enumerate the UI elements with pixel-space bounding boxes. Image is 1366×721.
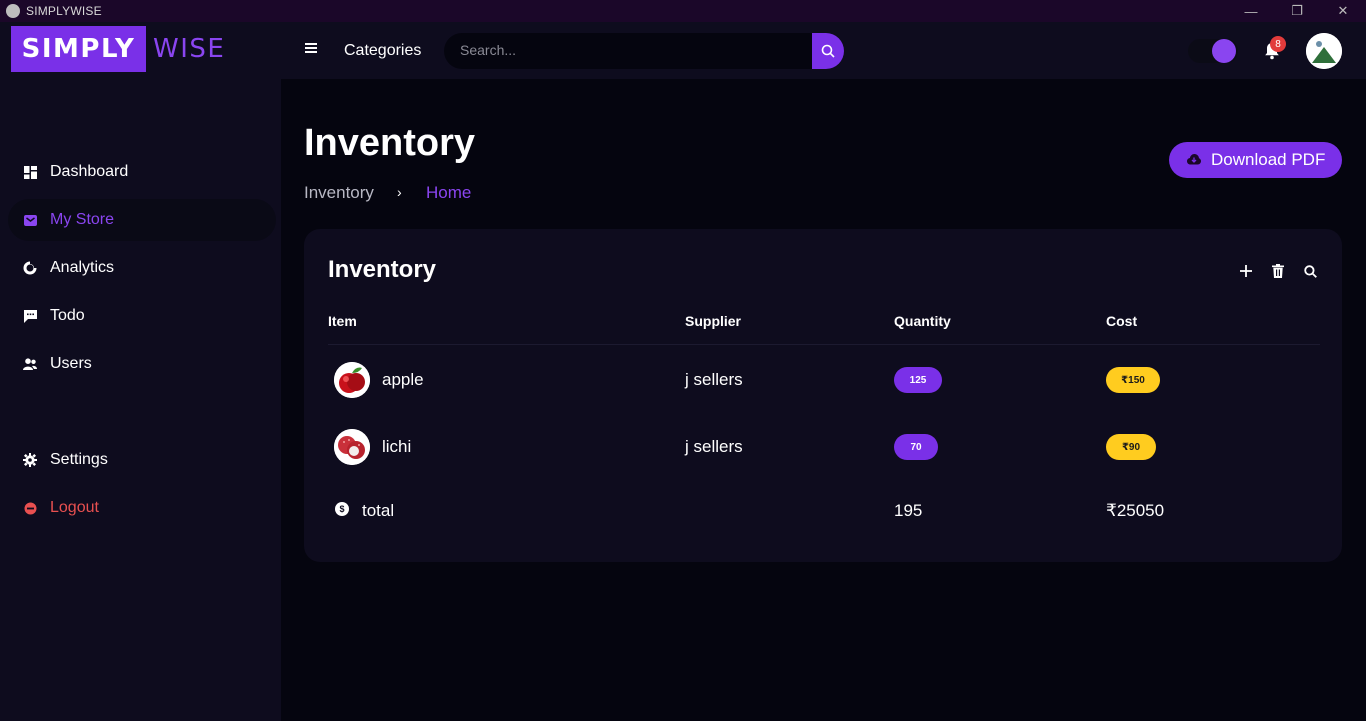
dashboard-icon [23,165,37,179]
card-title: Inventory [328,256,437,283]
table-row[interactable]: lichi j sellers 70 ₹90 [304,427,1342,467]
search-button[interactable] [812,33,844,69]
analytics-icon [23,261,37,275]
apple-thumbnail [334,362,370,398]
window-title: SIMPLYWISE [26,4,102,18]
total-quantity: 195 [894,501,923,520]
users-icon [23,357,37,371]
sidebar-item-dashboard[interactable]: Dashboard [8,151,276,193]
window-titlebar: SIMPLYWISE [0,0,1366,22]
sidebar-item-label: Analytics [50,259,115,276]
sidebar-item-settings[interactable]: Settings [8,439,276,481]
sidebar-item-analytics[interactable]: Analytics [8,247,276,289]
logo-part-wise: WISE [153,34,226,64]
app-icon [6,4,20,18]
theme-toggle[interactable] [1188,39,1238,63]
column-header-quantity: Quantity [894,313,951,329]
cloud-download-icon [1187,154,1201,165]
sidebar-item-label: My Store [50,211,115,228]
page-title: Inventory [304,122,476,164]
close-button[interactable]: ✕ [1320,0,1366,22]
avatar[interactable] [1306,33,1342,69]
download-pdf-label: Download PDF [1211,150,1326,169]
sidebar-item-label: Settings [50,451,108,468]
sidebar-item-label: Dashboard [50,163,129,180]
top-bar: SIMPLY WISE Categories 8 [0,22,1366,79]
sidebar-item-label: Logout [50,499,99,516]
restore-button[interactable]: ❐ [1274,0,1320,22]
search-input[interactable] [460,42,800,58]
lichi-thumbnail [334,429,370,465]
sidebar: Dashboard My Store Analytics Todo Users … [0,79,281,721]
supplier-name: j sellers [685,370,743,389]
search-icon[interactable] [1302,263,1318,279]
column-header-item: Item [328,313,357,329]
breadcrumb-home[interactable]: Home [426,183,471,203]
header-divider [328,344,1320,345]
minimize-button[interactable]: — [1228,0,1274,22]
categories-menu[interactable]: Categories [344,42,421,60]
search-icon [821,44,835,58]
cost-badge: ₹90 [1106,434,1156,460]
supplier-name: j sellers [685,437,743,456]
app-logo[interactable]: SIMPLY WISE [11,26,225,72]
download-pdf-button[interactable]: Download PDF [1169,142,1342,178]
breadcrumb-separator-icon: › [397,184,402,200]
total-cost: ₹25050 [1106,501,1165,520]
total-label: total [362,501,395,520]
column-header-supplier: Supplier [685,313,742,329]
item-name: apple [382,370,424,389]
notification-badge: 8 [1270,36,1286,52]
store-icon [23,213,37,227]
logo-part-simply: SIMPLY [11,26,146,72]
inventory-card: Inventory Item Supplier Quantity Cost ap… [304,229,1342,562]
sidebar-item-logout[interactable]: Logout [8,487,276,529]
logout-icon [23,501,37,515]
total-row: $ total 195 ₹25050 [304,491,1342,531]
sidebar-item-users[interactable]: Users [8,343,276,385]
todo-icon [23,309,37,323]
cost-badge: ₹150 [1106,367,1160,393]
sidebar-item-my-store[interactable]: My Store [8,199,276,241]
add-icon[interactable] [1238,263,1254,279]
column-header-cost: Cost [1106,313,1138,329]
trash-icon[interactable] [1270,263,1286,279]
sidebar-item-label: Users [50,355,92,372]
breadcrumb-inventory[interactable]: Inventory [304,183,374,203]
search-bar [444,33,844,69]
sidebar-item-todo[interactable]: Todo [8,295,276,337]
menu-icon[interactable] [305,43,317,53]
quantity-badge: 70 [894,434,938,460]
gear-icon [23,453,37,467]
item-name: lichi [382,437,412,456]
dollar-icon: $ [335,502,349,516]
sidebar-item-label: Todo [50,307,85,324]
toggle-knob [1212,39,1236,63]
quantity-badge: 125 [894,367,942,393]
table-row[interactable]: apple j sellers 125 ₹150 [304,360,1342,400]
